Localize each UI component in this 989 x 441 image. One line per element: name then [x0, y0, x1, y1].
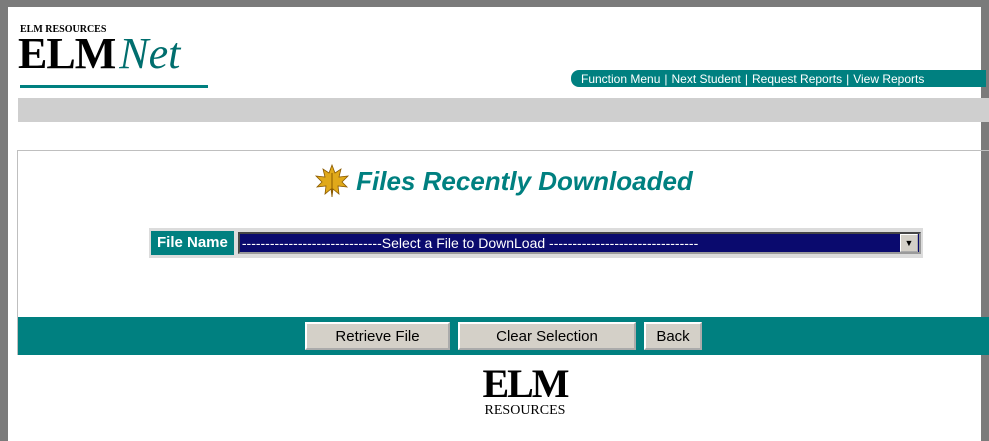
title-row: Files Recently Downloaded [18, 163, 989, 199]
logo-underline [20, 85, 208, 88]
top-nav: Function Menu | Next Student | Request R… [571, 70, 986, 87]
nav-function-menu[interactable]: Function Menu [581, 72, 660, 86]
chevron-down-icon: ▼ [904, 238, 914, 248]
footer-logo: ELM RESOURCES [470, 364, 580, 424]
file-select-dropdown[interactable]: ------------------------------Select a F… [237, 232, 921, 254]
nav-separator: | [846, 71, 850, 86]
file-selection-row: File Name ------------------------------… [149, 228, 923, 258]
nav-view-reports[interactable]: View Reports [853, 72, 924, 86]
elmnet-logo: ELMNet [18, 32, 180, 76]
nav-request-reports[interactable]: Request Reports [752, 72, 842, 86]
nav-next-student[interactable]: Next Student [672, 72, 741, 86]
nav-separator: | [744, 71, 749, 86]
back-button[interactable]: Back [644, 322, 702, 350]
footer-logo-resources: RESOURCES [484, 403, 566, 418]
file-select-value: ------------------------------Select a F… [241, 235, 699, 251]
file-name-label: File Name [151, 231, 234, 255]
header-band [18, 98, 989, 122]
dropdown-arrow-button[interactable]: ▼ [900, 234, 918, 252]
footer-logo-elm: ELM [482, 361, 569, 406]
action-bar: Retrieve File Clear Selection Back [18, 317, 989, 355]
logo-net-text: Net [119, 29, 181, 78]
logo-elm-text: ELM [18, 29, 116, 78]
clear-selection-button[interactable]: Clear Selection [458, 322, 636, 350]
nav-separator: | [664, 71, 668, 86]
maple-leaf-icon [315, 163, 350, 198]
page-title: Files Recently Downloaded [356, 165, 693, 196]
download-panel: Files Recently Downloaded File Name ----… [17, 150, 989, 355]
retrieve-file-button[interactable]: Retrieve File [305, 322, 450, 350]
